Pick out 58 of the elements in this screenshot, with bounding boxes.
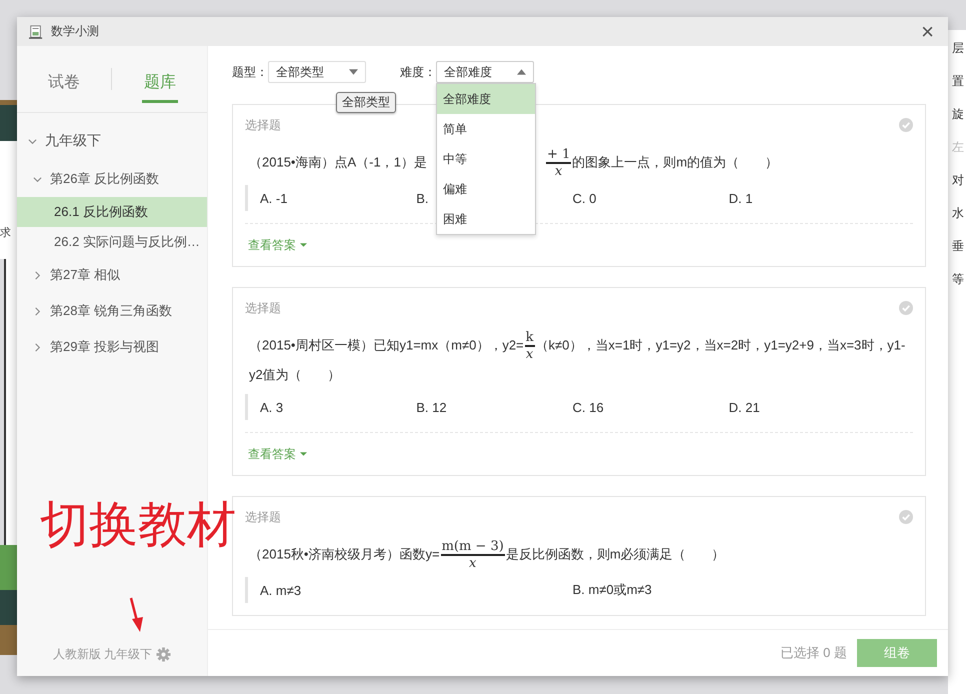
answer-option: C. 16 <box>572 400 729 414</box>
answer-option: A. 3 <box>260 400 416 414</box>
tree-item[interactable]: 第29章 投影与视图 <box>17 329 207 365</box>
caret-up-icon <box>517 69 526 75</box>
caret-down-icon <box>300 452 307 456</box>
panel-label: 垂 <box>952 240 964 253</box>
panel-label: 等 <box>952 273 964 286</box>
textbook-label: 人教新版 九年级下 <box>52 646 152 662</box>
tree-item[interactable]: 26.2 实际问题与反比例… <box>17 227 207 257</box>
tree-item[interactable]: 第27章 相似 <box>17 257 207 293</box>
dropdown-option[interactable]: 困难 <box>437 204 535 234</box>
answer-option: B. 12 <box>416 400 572 414</box>
chevron-right-icon <box>33 306 42 316</box>
filter-label: 难度： <box>400 64 436 80</box>
annotation-text: 切换教材 <box>40 497 236 553</box>
selection-count: 已选择 0 题 <box>780 644 847 662</box>
document-icon <box>29 24 43 38</box>
dropdown-option[interactable]: 中等 <box>437 144 535 174</box>
tree-item[interactable]: 第28章 锐角三角函数 <box>17 293 207 329</box>
panel-label: 置 <box>952 75 964 88</box>
panel-label: 对 <box>952 174 964 187</box>
caret-down-icon <box>349 69 358 75</box>
panel-label: 层 <box>952 42 964 55</box>
caret-down-icon <box>300 243 307 247</box>
question-type: 选择题 <box>245 116 281 134</box>
panel-label: 左 <box>952 141 964 154</box>
arrow-icon <box>129 597 145 633</box>
answer-option: B. m≠0或m≠3 <box>572 581 885 599</box>
dropdown-select[interactable]: 全部类型 <box>268 61 366 83</box>
tooltip: 全部类型 <box>336 92 396 113</box>
background-text: 求 <box>0 226 11 240</box>
check-circle-icon[interactable] <box>899 301 913 315</box>
tree-item[interactable]: 第26章 反比例函数 <box>17 161 207 197</box>
panel-label: 水 <box>952 207 964 220</box>
dropdown-select[interactable]: 全部难度 <box>436 61 534 83</box>
answer-option: C. 0 <box>572 190 729 206</box>
answer-option: A. -1 <box>260 190 416 206</box>
check-circle-icon[interactable] <box>899 118 913 132</box>
chevron-right-icon <box>33 270 42 280</box>
chevron-down-icon <box>28 136 37 146</box>
answer-option: A. m≠3 <box>260 582 572 598</box>
filter-label: 题型： <box>232 64 268 80</box>
settings-icon[interactable] <box>156 646 172 662</box>
tree-item[interactable]: 九年级下 <box>17 121 207 161</box>
question-type: 选择题 <box>245 508 281 526</box>
dropdown-option[interactable]: 全部难度 <box>437 84 535 114</box>
answer-option: D. 21 <box>728 400 885 414</box>
tree-item[interactable]: 26.1 反比例函数 <box>17 197 207 227</box>
close-button[interactable]: × <box>917 20 938 42</box>
chevron-right-icon <box>33 342 42 352</box>
question-type: 选择题 <box>245 300 281 316</box>
chevron-down-icon <box>33 174 42 184</box>
sidebar-tab[interactable]: 试卷 <box>46 64 82 102</box>
panel-label: 旋 <box>952 108 964 121</box>
answer-option: D. 1 <box>728 190 885 206</box>
check-circle-icon[interactable] <box>899 510 913 524</box>
window-title: 数学小测 <box>51 23 100 40</box>
dropdown-option[interactable]: 简单 <box>437 114 535 144</box>
